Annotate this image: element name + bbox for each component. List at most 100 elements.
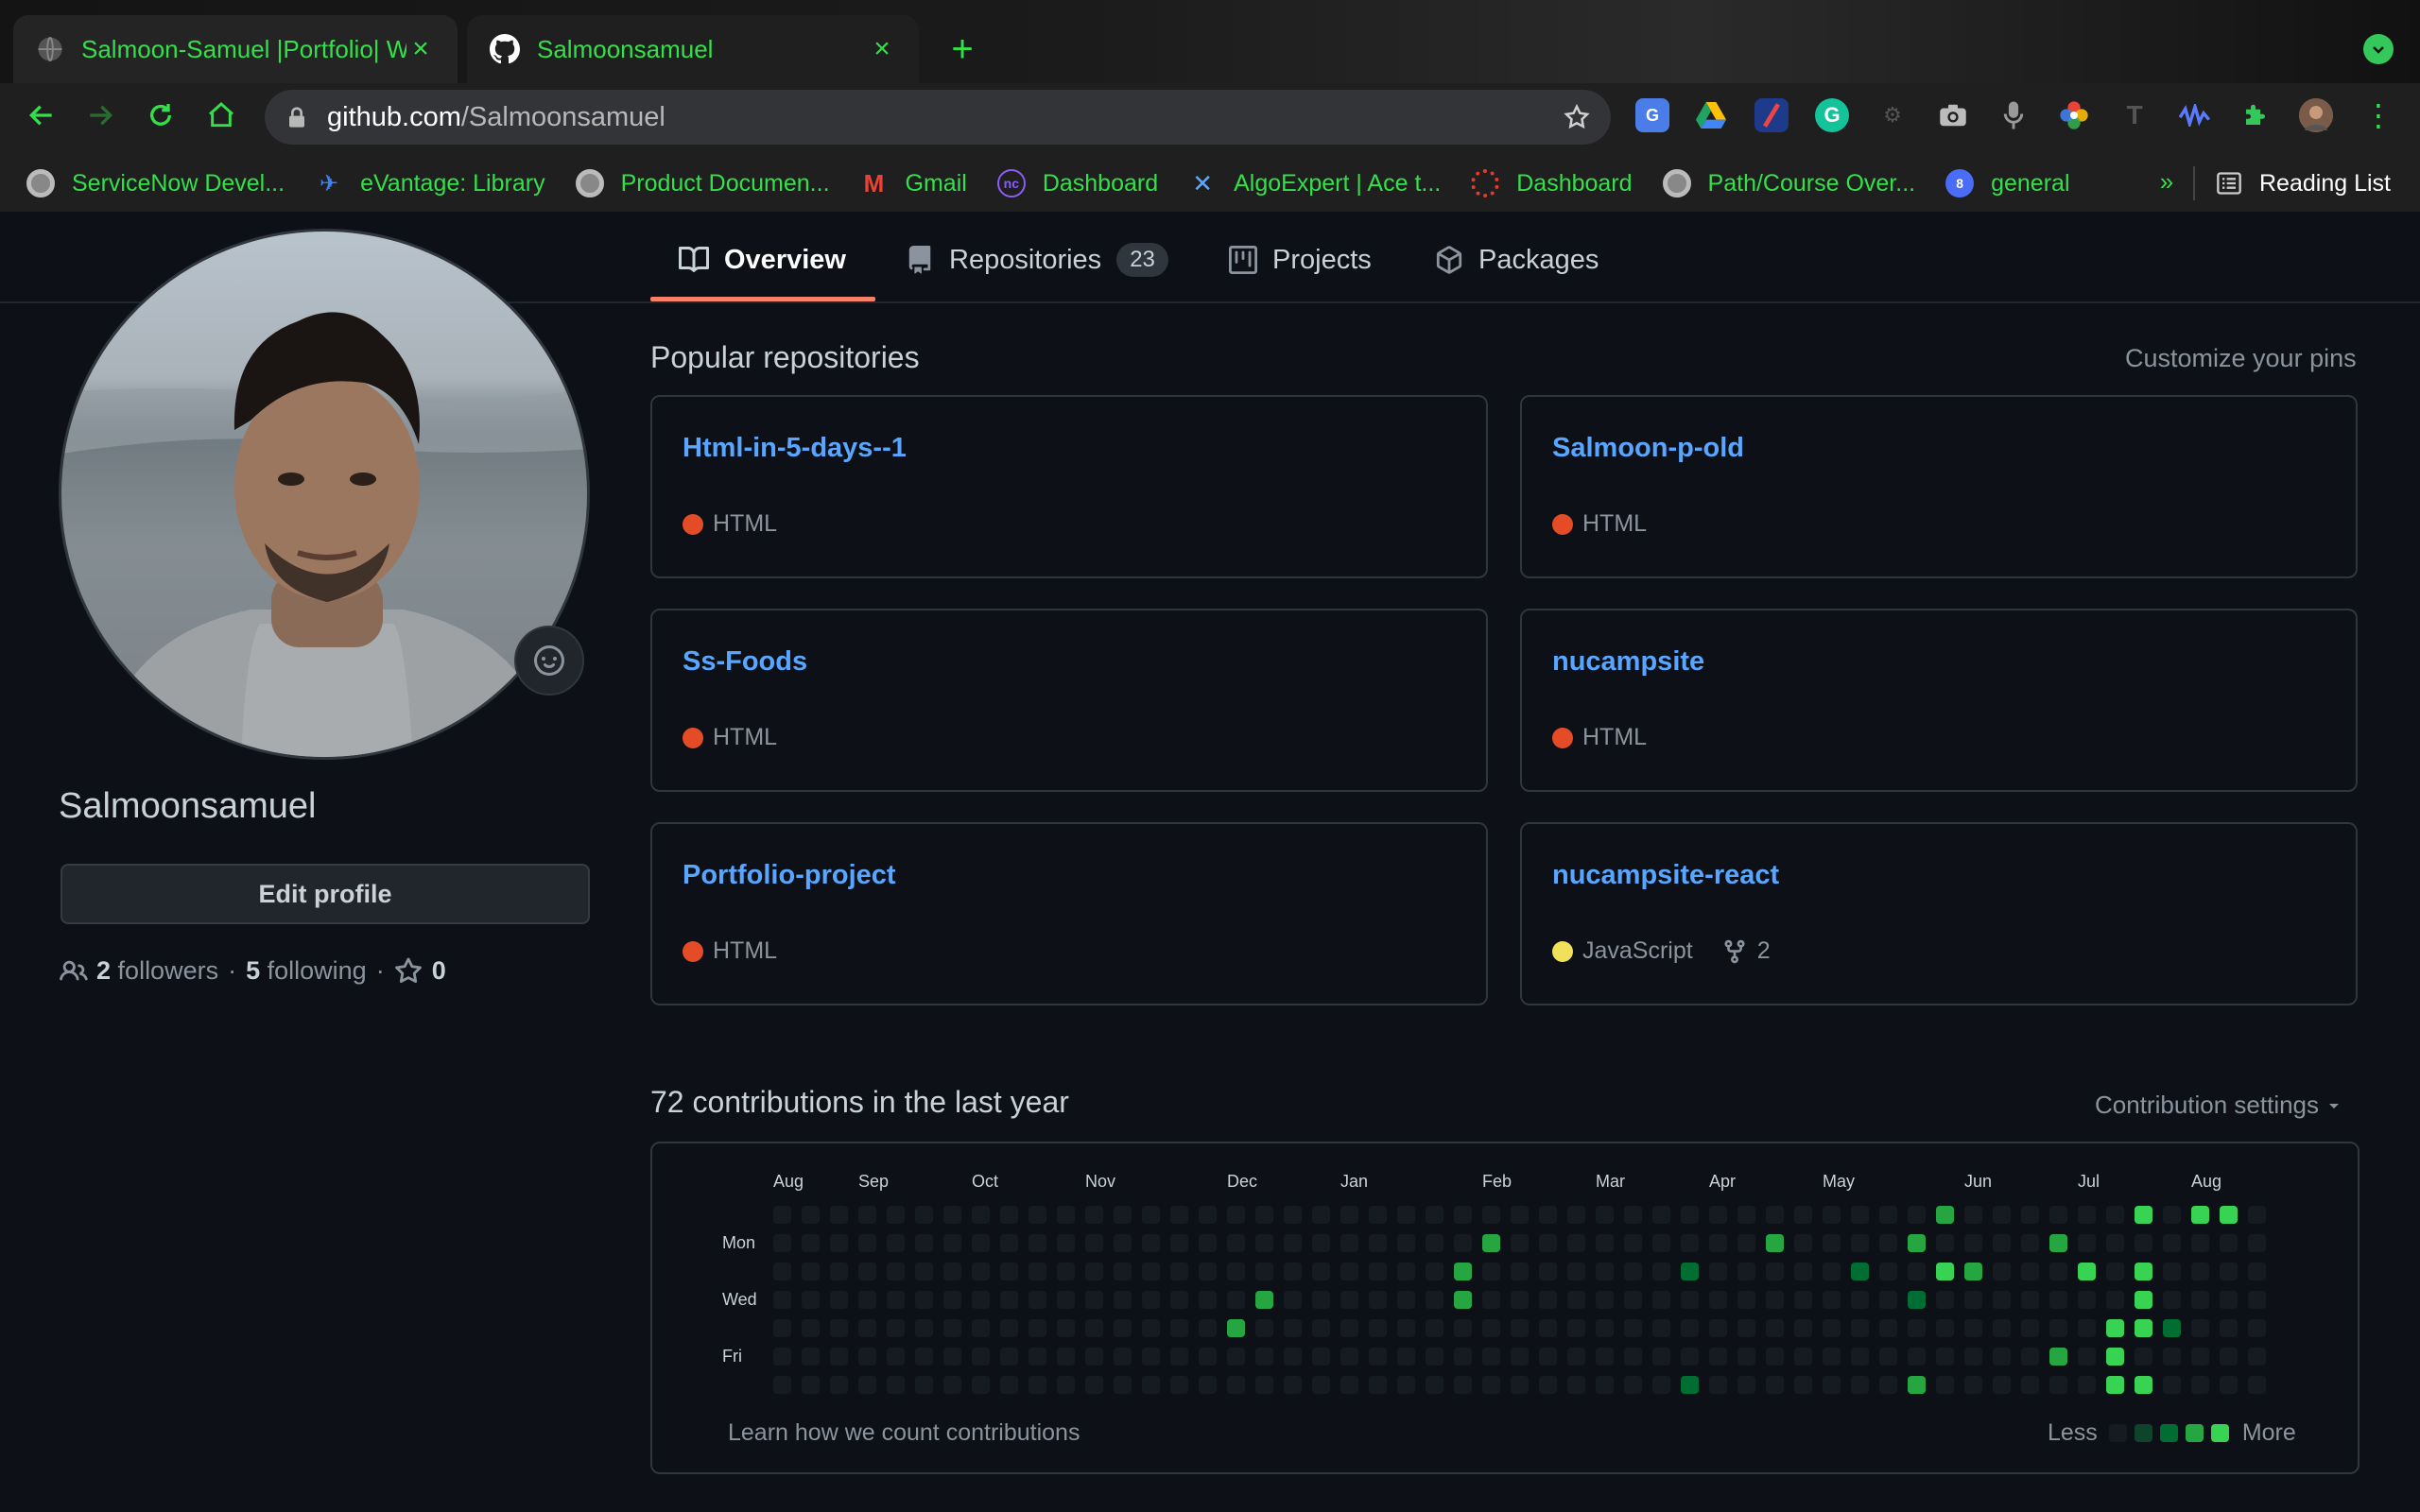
stars-link[interactable]: 0 xyxy=(394,956,446,986)
contribution-day-cell[interactable] xyxy=(1737,1319,1755,1337)
contribution-day-cell[interactable] xyxy=(2049,1319,2067,1337)
contribution-day-cell[interactable] xyxy=(1794,1291,1812,1309)
bookmark-product-docs[interactable]: Product Documen... xyxy=(575,169,830,198)
contribution-day-cell[interactable] xyxy=(1255,1348,1273,1366)
contribution-day-cell[interactable] xyxy=(1085,1376,1103,1394)
contribution-day-cell[interactable] xyxy=(1823,1348,1841,1366)
google-translate-icon[interactable]: G xyxy=(1635,98,1669,132)
edit-profile-button[interactable]: Edit profile xyxy=(60,864,590,924)
contribution-day-cell[interactable] xyxy=(1114,1319,1132,1337)
contribution-day-cell[interactable] xyxy=(2248,1376,2266,1394)
contribution-day-cell[interactable] xyxy=(1142,1348,1160,1366)
contribution-day-cell[interactable] xyxy=(1823,1206,1841,1224)
contribution-day-cell[interactable] xyxy=(1908,1348,1926,1366)
contribution-day-cell[interactable] xyxy=(858,1206,876,1224)
camera-icon[interactable] xyxy=(1936,98,1970,132)
reading-list-button[interactable]: Reading List xyxy=(2216,163,2391,204)
contribution-day-cell[interactable] xyxy=(1993,1348,2011,1366)
close-tab-icon[interactable]: × xyxy=(406,33,435,65)
contribution-day-cell[interactable] xyxy=(830,1319,848,1337)
following-link[interactable]: 5 following xyxy=(246,956,367,986)
contribution-day-cell[interactable] xyxy=(1539,1319,1557,1337)
contribution-day-cell[interactable] xyxy=(1624,1291,1642,1309)
contribution-day-cell[interactable] xyxy=(1284,1206,1302,1224)
contribution-day-cell[interactable] xyxy=(2163,1376,2181,1394)
contribution-day-cell[interactable] xyxy=(1312,1319,1330,1337)
bookmark-gmail[interactable]: M Gmail xyxy=(860,169,967,198)
contribution-day-cell[interactable] xyxy=(1227,1376,1245,1394)
contribution-day-cell[interactable] xyxy=(2106,1376,2124,1394)
contribution-day-cell[interactable] xyxy=(802,1376,820,1394)
contribution-day-cell[interactable] xyxy=(1964,1291,1982,1309)
contribution-day-cell[interactable] xyxy=(1227,1319,1245,1337)
contribution-day-cell[interactable] xyxy=(1681,1206,1699,1224)
microphone-icon[interactable] xyxy=(1996,98,2031,132)
contribution-day-cell[interactable] xyxy=(1312,1206,1330,1224)
contribution-day-cell[interactable] xyxy=(2135,1206,2152,1224)
contribution-day-cell[interactable] xyxy=(802,1206,820,1224)
contribution-day-cell[interactable] xyxy=(1511,1263,1529,1280)
contribution-day-cell[interactable] xyxy=(773,1234,791,1252)
contribution-day-cell[interactable] xyxy=(1057,1234,1075,1252)
contribution-day-cell[interactable] xyxy=(1766,1291,1784,1309)
contribution-day-cell[interactable] xyxy=(1908,1206,1926,1224)
contribution-day-cell[interactable] xyxy=(887,1263,905,1280)
contribution-day-cell[interactable] xyxy=(1624,1263,1642,1280)
contribution-day-cell[interactable] xyxy=(2248,1206,2266,1224)
contribution-day-cell[interactable] xyxy=(1284,1263,1302,1280)
contribution-day-cell[interactable] xyxy=(1000,1291,1018,1309)
contribution-day-cell[interactable] xyxy=(1879,1206,1897,1224)
contribution-day-cell[interactable] xyxy=(1766,1263,1784,1280)
contribution-day-cell[interactable] xyxy=(1851,1319,1869,1337)
contribution-day-cell[interactable] xyxy=(1964,1263,1982,1280)
contribution-day-cell[interactable] xyxy=(2220,1206,2238,1224)
contribution-day-cell[interactable] xyxy=(2220,1348,2238,1366)
contribution-day-cell[interactable] xyxy=(1397,1234,1415,1252)
contribution-day-cell[interactable] xyxy=(1426,1291,1443,1309)
contribution-day-cell[interactable] xyxy=(1511,1234,1529,1252)
contribution-day-cell[interactable] xyxy=(1652,1291,1670,1309)
contribution-day-cell[interactable] xyxy=(1142,1234,1160,1252)
contribution-day-cell[interactable] xyxy=(915,1263,933,1280)
contribution-day-cell[interactable] xyxy=(1284,1291,1302,1309)
contribution-day-cell[interactable] xyxy=(1879,1234,1897,1252)
contribution-day-cell[interactable] xyxy=(802,1263,820,1280)
new-tab-button[interactable]: + xyxy=(942,28,983,70)
contribution-day-cell[interactable] xyxy=(915,1206,933,1224)
contribution-day-cell[interactable] xyxy=(1879,1319,1897,1337)
contribution-day-cell[interactable] xyxy=(1823,1291,1841,1309)
contribution-day-cell[interactable] xyxy=(1794,1319,1812,1337)
contribution-day-cell[interactable] xyxy=(2021,1319,2039,1337)
contribution-day-cell[interactable] xyxy=(773,1348,791,1366)
contribution-day-cell[interactable] xyxy=(2248,1234,2266,1252)
contribution-day-cell[interactable] xyxy=(1567,1291,1585,1309)
contribution-day-cell[interactable] xyxy=(1936,1206,1954,1224)
contribution-day-cell[interactable] xyxy=(887,1376,905,1394)
wave-extension-icon[interactable] xyxy=(2178,98,2212,132)
address-bar[interactable]: github.com/Salmoonsamuel xyxy=(265,90,1611,145)
contribution-day-cell[interactable] xyxy=(1936,1291,1954,1309)
contribution-day-cell[interactable] xyxy=(773,1206,791,1224)
contribution-day-cell[interactable] xyxy=(1085,1206,1103,1224)
contribution-day-cell[interactable] xyxy=(802,1234,820,1252)
contribution-day-cell[interactable] xyxy=(830,1263,848,1280)
contribution-day-cell[interactable] xyxy=(2021,1376,2039,1394)
contribution-day-cell[interactable] xyxy=(1397,1348,1415,1366)
forks-link[interactable]: 2 xyxy=(1721,937,1771,965)
contribution-day-cell[interactable] xyxy=(972,1291,990,1309)
google-drive-icon[interactable] xyxy=(1694,98,1728,132)
contribution-day-cell[interactable] xyxy=(1142,1319,1160,1337)
contribution-day-cell[interactable] xyxy=(1255,1376,1273,1394)
contribution-day-cell[interactable] xyxy=(1851,1234,1869,1252)
contribution-day-cell[interactable] xyxy=(1284,1348,1302,1366)
bookmark-path-course[interactable]: Path/Course Over... xyxy=(1662,169,1915,198)
contribution-day-cell[interactable] xyxy=(2106,1206,2124,1224)
contribution-day-cell[interactable] xyxy=(1028,1319,1046,1337)
contribution-day-cell[interactable] xyxy=(887,1291,905,1309)
contribution-day-cell[interactable] xyxy=(1737,1376,1755,1394)
contribution-day-cell[interactable] xyxy=(1766,1319,1784,1337)
contribution-day-cell[interactable] xyxy=(1964,1206,1982,1224)
contribution-day-cell[interactable] xyxy=(1567,1348,1585,1366)
contribution-day-cell[interactable] xyxy=(1567,1206,1585,1224)
contribution-day-cell[interactable] xyxy=(1737,1348,1755,1366)
